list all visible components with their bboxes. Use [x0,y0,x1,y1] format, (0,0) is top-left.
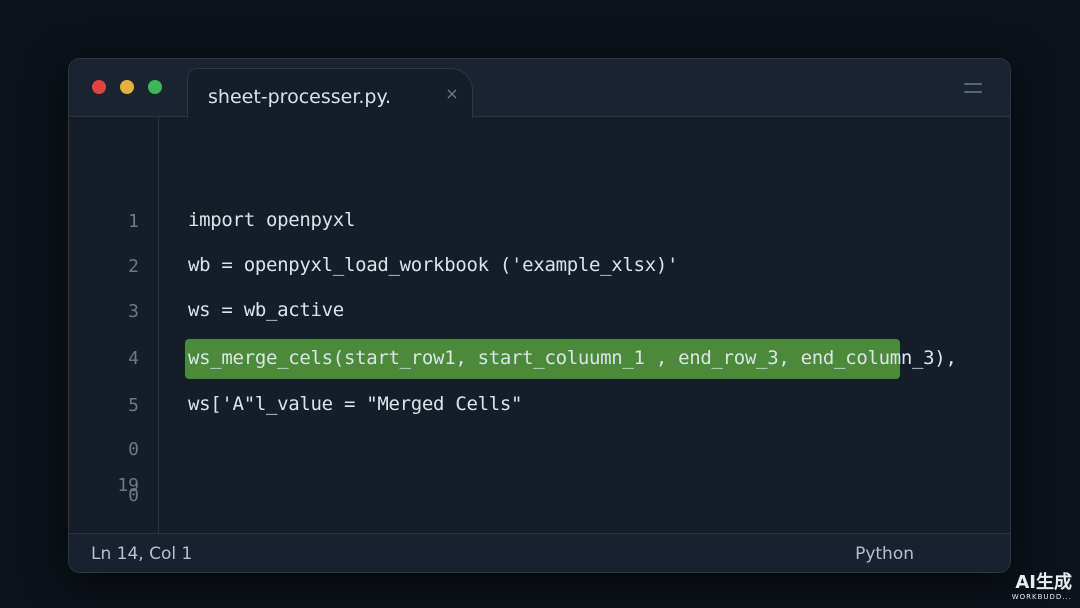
line-number: 3 [128,301,139,322]
language-mode[interactable]: Python [855,544,914,564]
code-line[interactable]: import openpyxl [188,209,355,231]
window-maximize-button[interactable] [148,80,162,94]
cursor-position[interactable]: Ln 14, Col 1 [91,544,192,564]
code-line[interactable]: ws = wb_active [188,299,344,321]
hamburger-menu-icon[interactable] [964,82,982,94]
watermark-sub: WORKBUDD... [1011,593,1072,601]
code-line[interactable]: ws['A"l_value = "Merged Cells" [188,393,522,415]
watermark-main: AI生成 [1015,572,1072,593]
line-number: 5 [128,395,139,416]
line-number: 1 [128,211,139,232]
status-bar: Ln 14, Col 1 Python [69,533,1010,572]
code-line[interactable]: wb = openpyxl_load_workbook ('example_xl… [188,254,678,276]
editor-window: sheet-processer.py. × 1 2 3 4 5 0 0 impo… [68,58,1011,573]
line-number-gutter: 1 2 3 4 5 0 0 [69,117,159,533]
code-line-highlighted[interactable]: ws_merge_cels(start_row1, start_coluumn_… [188,347,957,369]
code-editor[interactable]: import openpyxl wb = openpyxl_load_workb… [159,117,1010,533]
line-number: 0 [128,439,139,460]
tab-label: sheet-processer.py. [208,86,392,108]
window-minimize-button[interactable] [120,80,134,94]
window-close-button[interactable] [92,80,106,94]
file-tab[interactable]: sheet-processer.py. × [187,68,473,118]
line-number: 4 [128,348,139,369]
line-number: 19 [117,475,139,496]
watermark-logo: AI生成 WORKBUDD... [1012,573,1072,602]
title-bar: sheet-processer.py. × [69,59,1010,118]
close-icon[interactable]: × [444,86,460,102]
line-number: 2 [128,256,139,277]
